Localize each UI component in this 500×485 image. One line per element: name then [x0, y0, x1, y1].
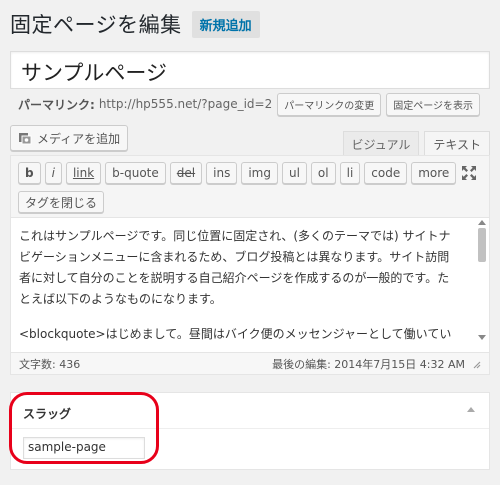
resize-handle-icon[interactable]: [471, 359, 481, 369]
quicktags-toolbar: b i link b-quote del ins img ul ol li code more タグを…: [11, 156, 489, 218]
quicktag-b-button[interactable]: b: [18, 162, 41, 184]
quicktag-ol-button[interactable]: ol: [310, 162, 336, 184]
quicktags-row: b i link b-quote del ins img ul ol li code more: [18, 162, 482, 191]
word-count: 文字数: 436: [19, 357, 81, 371]
change-permalink-button[interactable]: パーマリンクの変更: [277, 92, 382, 116]
last-edited: 最後の編集: 2014年7月15日 4:32 AM: [272, 357, 465, 371]
scroll-thumb[interactable]: [478, 228, 486, 262]
quicktag-link-button[interactable]: link: [65, 162, 102, 184]
editor-textarea[interactable]: これはサンプルページです。同じ位置に固定され、(多くのテーマでは) サイトナビゲ…: [11, 218, 489, 345]
page-header: 固定ページを編集 新規追加: [10, 8, 260, 40]
close-tags-button[interactable]: タグを閉じる: [18, 191, 105, 213]
content-paragraph: <blockquote>はじめまして。昼間はバイク便のメッセンジャーとして働いて…: [19, 327, 452, 341]
media-icon: [18, 131, 32, 145]
quicktag-ins-button[interactable]: ins: [206, 162, 238, 184]
tab-visual[interactable]: ビジュアル: [342, 131, 420, 156]
slug-heading[interactable]: スラッグ: [11, 393, 489, 429]
post-title-input[interactable]: サンプルページ: [10, 51, 490, 89]
quicktag-i-button[interactable]: i: [44, 162, 62, 184]
editor-tabs: ビジュアル テキスト: [338, 131, 490, 156]
quicktag-li-button[interactable]: li: [339, 162, 361, 184]
page-title: 固定ページを編集: [10, 13, 182, 37]
content-paragraph: これはサンプルページです。同じ位置に固定され、(多くのテーマでは) サイトナビゲ…: [19, 229, 451, 306]
editor-scrollbar[interactable]: [477, 220, 487, 340]
add-media-button[interactable]: メディアを追加: [10, 125, 129, 151]
quicktag-b-quote-button[interactable]: b-quote: [105, 162, 166, 184]
permalink-label: パーマリンク:: [18, 97, 95, 112]
quicktag-del-button[interactable]: del: [169, 162, 203, 184]
tab-text[interactable]: テキスト: [424, 131, 490, 156]
permalink-url[interactable]: http://hp555.net/?page_id=2: [99, 97, 272, 111]
quicktag-img-button[interactable]: img: [241, 162, 278, 184]
last-edited-wrap: 最後の編集: 2014年7月15日 4:32 AM: [272, 356, 481, 372]
quicktag-ul-button[interactable]: ul: [281, 162, 307, 184]
quicktags-row-2: タグを閉じる: [18, 191, 482, 220]
scroll-up-icon[interactable]: [478, 220, 486, 225]
slug-input[interactable]: sample-page: [23, 437, 145, 459]
collapse-arrow-icon[interactable]: [467, 407, 475, 412]
slug-metabox: スラッグ sample-page: [10, 392, 490, 470]
scroll-down-icon[interactable]: [478, 335, 486, 340]
permalink-row: パーマリンク: http://hp555.net/?page_id=2 パーマリ…: [18, 92, 481, 116]
quicktag-code-button[interactable]: code: [364, 162, 408, 184]
add-new-button[interactable]: 新規追加: [191, 10, 260, 38]
add-media-label: メディアを追加: [37, 131, 121, 146]
editor-statusbar: 文字数: 436 最後の編集: 2014年7月15日 4:32 AM: [11, 352, 489, 374]
quicktag-more-button[interactable]: more: [411, 162, 457, 184]
view-page-button[interactable]: 固定ページを表示: [386, 92, 481, 116]
fullscreen-icon[interactable]: [461, 165, 477, 181]
text-editor: b i link b-quote del ins img ul ol li code more タグを…: [10, 155, 490, 375]
